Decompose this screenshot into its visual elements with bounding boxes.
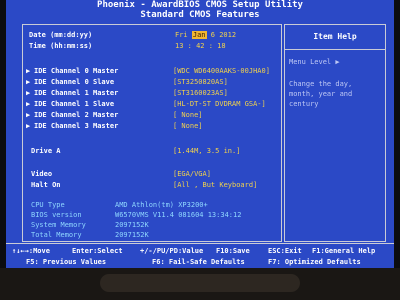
date-year[interactable]: 2012 [219, 31, 236, 39]
help-description: Change the day, month, year and century [289, 80, 353, 108]
date-month[interactable]: Jan [191, 31, 207, 39]
cpu-type-label: CPU Type [31, 201, 65, 209]
ide-value: [ None] [173, 122, 203, 130]
total-memory-label: Total Memory [31, 231, 82, 239]
submenu-arrow-icon: ▶ [26, 89, 31, 97]
ide-label: IDE Channel 1 Slave [34, 100, 115, 108]
monitor-bezel [0, 268, 400, 300]
drive-a-label: Drive A [31, 147, 61, 155]
page-title: Standard CMOS Features [140, 10, 260, 20]
footer-key-previous-values: F5: Previous Values [26, 258, 107, 266]
submenu-arrow-icon: ▶ [26, 78, 31, 86]
ide-label: IDE Channel 2 Master [34, 111, 119, 119]
bios-header: Phoenix - AwardBIOS CMOS Setup Utility S… [6, 0, 394, 22]
video-label: Video [31, 170, 53, 178]
date-day-number[interactable]: 6 [211, 31, 215, 39]
drive-a-value[interactable]: [1.44M, 3.5 in.] [173, 147, 240, 155]
system-memory-label: System Memory [31, 221, 86, 229]
total-memory-value: 2097152K [115, 231, 149, 239]
ide-value: [HL-DT-ST DVDRAM GSA-] [173, 100, 266, 108]
date-label: Date (mm:dd:yy) [29, 31, 93, 39]
bios-version-value: W6570VMS V11.4 081604 13:34:12 [115, 211, 242, 219]
bios-title: Phoenix - AwardBIOS CMOS Setup Utility [97, 0, 303, 10]
ide-value: [ST3160023AS] [173, 89, 228, 97]
menu-level-arrow-icon: ▶ [335, 58, 340, 66]
ide-channel-0-slave[interactable]: ▶ IDE Channel 0 Slave [26, 78, 114, 86]
footer-key-exit: ESC:Exit [268, 247, 302, 255]
ide-value: [ None] [173, 111, 203, 119]
footer-key-help: F1:General Help [312, 247, 376, 255]
ide-channel-1-slave[interactable]: ▶ IDE Channel 1 Slave [26, 100, 114, 108]
halt-on-label: Halt On [31, 181, 61, 189]
ide-label: IDE Channel 1 Master [34, 89, 119, 97]
submenu-arrow-icon: ▶ [26, 111, 31, 119]
footer-key-value: +/-/PU/PD:Value [140, 247, 204, 255]
ide-channel-1-master[interactable]: ▶ IDE Channel 1 Master [26, 89, 118, 97]
footer-key-fail-safe: F6: Fail-Safe Defaults [152, 258, 245, 266]
ide-label: IDE Channel 0 Master [34, 67, 119, 75]
settings-panel: Date (mm:dd:yy) Fri Jan 6 2012 Time (hh:… [22, 24, 282, 242]
key-help-footer: ↑↓←→:Move Enter:Select +/-/PU/PD:Value F… [6, 243, 394, 269]
ide-value: [WDC WD6400AAKS-00JHA0] [173, 67, 270, 75]
video-value[interactable]: [EGA/VGA] [173, 170, 211, 178]
ide-value: [ST3250820AS] [173, 78, 228, 86]
item-help-title: Item Help [285, 25, 385, 50]
time-field[interactable]: 13 : 42 : 18 [175, 42, 226, 50]
ide-channel-2-master[interactable]: ▶ IDE Channel 2 Master [26, 111, 118, 119]
menu-level: Menu Level ▶ [289, 57, 381, 67]
footer-key-save: F10:Save [216, 247, 250, 255]
halt-on-value[interactable]: [All , But Keyboard] [173, 181, 257, 189]
menu-level-label: Menu Level [289, 58, 332, 66]
submenu-arrow-icon: ▶ [26, 100, 31, 108]
time-label: Time (hh:mm:ss) [29, 42, 93, 50]
item-help-panel: Item Help Menu Level ▶ Change the day, m… [284, 24, 386, 242]
submenu-arrow-icon: ▶ [26, 67, 31, 75]
ide-label: IDE Channel 3 Master [34, 122, 119, 130]
ide-channel-3-master[interactable]: ▶ IDE Channel 3 Master [26, 122, 118, 130]
bios-screen: Phoenix - AwardBIOS CMOS Setup Utility S… [6, 0, 394, 269]
footer-key-optimized: F7: Optimized Defaults [268, 258, 361, 266]
date-field[interactable]: Fri Jan 6 2012 [175, 31, 236, 39]
bios-version-label: BIOS version [31, 211, 82, 219]
cpu-type-value: AMD Athlon(tm) XP3200+ [115, 201, 208, 209]
ide-label: IDE Channel 0 Slave [34, 78, 115, 86]
system-memory-value: 2097152K [115, 221, 149, 229]
footer-key-move: ↑↓←→:Move [12, 247, 50, 255]
date-day: Fri [175, 31, 188, 39]
bezel-reflection [100, 274, 300, 292]
footer-key-select: Enter:Select [72, 247, 123, 255]
ide-channel-0-master[interactable]: ▶ IDE Channel 0 Master [26, 67, 118, 75]
submenu-arrow-icon: ▶ [26, 122, 31, 130]
